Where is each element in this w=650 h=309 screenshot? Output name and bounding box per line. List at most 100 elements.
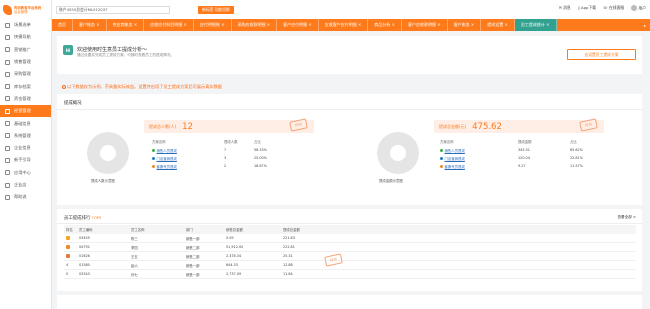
scheme-name-cell[interactable]: 客服专员提成 (152, 162, 224, 170)
overview-panel: 提成概况 提成人数示意图 提成总人数(人) 12 样例 方案名称 提成人数 占比 销售… (57, 94, 642, 205)
next-panel (57, 295, 642, 309)
dept-cell: 销售一部 (186, 272, 200, 277)
tab[interactable]: 商品分析 × (368, 19, 402, 31)
scheme-name-cell[interactable]: 门店营销提成 (152, 154, 224, 162)
sidebar-item[interactable]: 营销推广 (0, 44, 51, 56)
comm-cell: 25.31 (283, 254, 293, 258)
scheme-ratio-cell: 11.57% (570, 164, 583, 168)
sidebar-item-label: 资金管理 (14, 95, 31, 101)
sales-cell: 5.09 (226, 236, 234, 240)
sidebar-item[interactable]: 采购管理 (0, 68, 51, 80)
user-name: 用户 (638, 5, 646, 11)
amount-kpi-value: 475.62 (472, 121, 502, 132)
tab[interactable]: 应付明细账 × (194, 19, 232, 31)
sidebar-item-label: 销售管理 (14, 59, 31, 65)
warning-text: 以下数据仅为示例，不具备实际效益。设置并启用了员工提成方案后可展示真实数据 (67, 84, 222, 89)
table-header-cell: 提成总金额 (283, 228, 300, 232)
code-cell: 03455 (79, 236, 90, 240)
sidebar-item[interactable]: 基础信息 (0, 117, 51, 129)
scheme-name: 销售人员提成 (156, 148, 177, 153)
building-icon (5, 145, 10, 151)
mail-link[interactable]: ✉ 消息 (559, 5, 571, 11)
sidebar-item-label: 基础信息 (14, 120, 31, 126)
top-bar: 账户4555总会计ML012037 新标签 功能切换 ✉ 消息 ▯ App下载 … (52, 0, 650, 19)
scheme-name: 客服专员提成 (444, 164, 465, 169)
table-header-cell: 员工名称 (131, 228, 145, 232)
user-menu[interactable]: 用户 (631, 5, 646, 12)
sidebar-item[interactable]: 企业店 (0, 179, 51, 191)
table-header-cell: 占比 (570, 140, 577, 144)
tab[interactable]: 提成设置 × (481, 19, 515, 31)
sidebar-item[interactable]: 系统管理 (0, 130, 51, 142)
table-header-cell: 占比 (254, 140, 261, 144)
scheme-name-cell[interactable]: 销售人员提成 (440, 146, 518, 154)
online-service-link[interactable]: ☏ 在线客服 (603, 5, 624, 11)
table-header-cell: 方案名称 (440, 140, 454, 144)
amount-kpi: 提成总金额(元) 475.62 样例 (434, 118, 604, 133)
sidebar-item[interactable]: 场景选单 (0, 19, 51, 31)
sales-cell: 51,912.00 (226, 245, 244, 249)
wallet-icon (5, 96, 10, 102)
legend-dot (152, 164, 155, 168)
switch-function-button[interactable]: 新标签 功能切换 (198, 5, 234, 14)
medal-icon (66, 253, 70, 258)
table-header-cell: 提成人数 (224, 140, 238, 144)
sidebar-item[interactable]: 资金管理 (0, 93, 51, 105)
tab[interactable]: 客户账务 × (73, 19, 107, 31)
tab[interactable]: 客户应收款明细 × (402, 19, 448, 31)
sidebar-item[interactable]: 企业信息 (0, 142, 51, 154)
scheme-name-cell[interactable]: 销售人员提成 (152, 146, 224, 154)
scheme-name-cell[interactable]: 客服专员提成 (440, 162, 518, 170)
ranking-table-body: 03455 陈三 销售一部 5.09 221.83 04792 李四 销售二部 51,912.0… (64, 234, 636, 279)
sidebar-item[interactable]: 应用中心 (0, 167, 51, 179)
sidebar-item[interactable]: 快捷导航 (0, 31, 51, 43)
cart-icon (5, 59, 10, 65)
table-header-cell: 排名 (66, 228, 73, 232)
rank-cell (66, 244, 79, 250)
comm-cell: 222.81 (283, 245, 295, 249)
table-row: 04792 李四 销售二部 51,912.00 222.81 (64, 243, 636, 252)
sidebar-item[interactable]: 帮助说 (0, 191, 51, 203)
name-cell: 赵六 (131, 263, 138, 268)
brand-subname: 后台管理 (14, 9, 28, 14)
view-all-link[interactable]: 查看全部 > (617, 215, 636, 220)
tab[interactable]: 客户应付明细 × (277, 19, 319, 31)
sidebar-item-label: 企业店 (14, 182, 27, 187)
people-scheme-table: 方案名称 提成人数 占比 销售人员提成 7 58.33% 门店营销提成 3 25.00% 客服专员… (152, 137, 284, 170)
tab[interactable]: 采购应收款明细 × (232, 19, 278, 31)
people-donut-chart (87, 132, 129, 174)
overview-title: 提成概况 (64, 101, 82, 106)
people-kpi-value: 12 (182, 121, 193, 132)
code-cell: 03343 (79, 272, 90, 276)
tab[interactable]: 供应商账务 × (107, 19, 145, 31)
scheme-name-cell[interactable]: 门店营销提成 (440, 154, 518, 162)
sidebar-item[interactable]: 销售管理 (0, 56, 51, 68)
brand-logo[interactable]: 时尚教育平台系统 后台管理 (0, 0, 51, 19)
welcome-banner: Hi 欢迎使用时生意员工提成分析～ 通过设置并完成员工提成方案，可随时查看员工的… (57, 36, 642, 74)
rank-cell (66, 253, 79, 259)
tab[interactable]: 应收客户应付明细 × (319, 19, 369, 31)
tab[interactable]: 应收应付科目明细 × (144, 19, 194, 31)
tab-scroll-right-icon[interactable]: ▸ (644, 23, 646, 28)
tenant-selector[interactable]: 账户4555总会计ML012037 (56, 5, 170, 14)
amount-donut-chart (377, 132, 419, 174)
store-icon (5, 182, 10, 188)
app-download-link[interactable]: ▯ App下载 (578, 5, 596, 11)
setup-commission-button[interactable]: 去设置员工提成方案 (567, 49, 636, 60)
sidebar-item[interactable]: 库存档案 (0, 80, 51, 92)
table-row: 4 01580 赵六 销售一部 644.33 12.88 (64, 261, 636, 270)
tab[interactable]: 首页 (52, 19, 73, 31)
tab[interactable]: 客户账务 × (448, 19, 482, 31)
sidebar-item[interactable]: 新手引导 (0, 154, 51, 166)
amount-donut-label: 提成金额示意图 (379, 179, 403, 183)
ranking-subtitle: TOP5 (91, 216, 102, 220)
greeting-icon: Hi (63, 45, 73, 55)
sales-cell: 644.33 (226, 263, 238, 267)
sidebar-item-label: 场景选单 (14, 22, 31, 28)
sidebar-item-label: 新手引导 (14, 157, 31, 163)
legend-dot (440, 156, 443, 160)
table-header-cell: 方案名称 (152, 140, 166, 144)
tab[interactable]: 员工提成统计 × (514, 19, 557, 31)
comm-cell: 221.83 (283, 236, 295, 240)
sidebar-item[interactable]: 经营管理 (0, 105, 51, 118)
